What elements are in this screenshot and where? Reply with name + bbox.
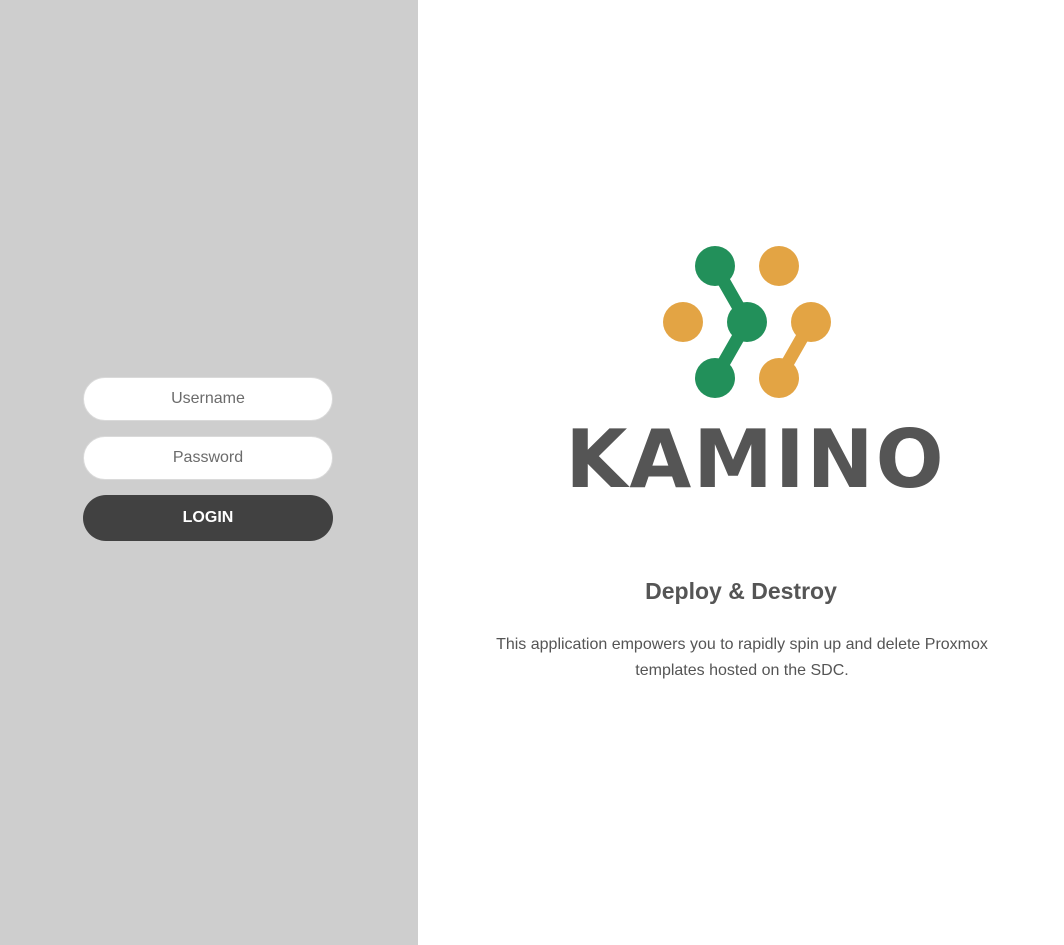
password-input[interactable] <box>83 436 333 480</box>
login-form: LOGIN <box>83 377 333 541</box>
molecule-network-icon <box>663 246 831 398</box>
login-button[interactable]: LOGIN <box>83 495 333 541</box>
login-page: LOGIN KAMINO Deploy & Destroy This appli… <box>0 0 1064 945</box>
tagline-heading: Deploy & Destroy <box>645 578 837 604</box>
username-input[interactable] <box>83 377 333 421</box>
login-sidebar: LOGIN <box>0 0 418 945</box>
brand-wordmark: KAMINO <box>565 413 946 506</box>
brand-panel: KAMINO Deploy & Destroy This application… <box>418 0 1064 945</box>
app-description: This application empowers you to rapidly… <box>496 636 988 679</box>
